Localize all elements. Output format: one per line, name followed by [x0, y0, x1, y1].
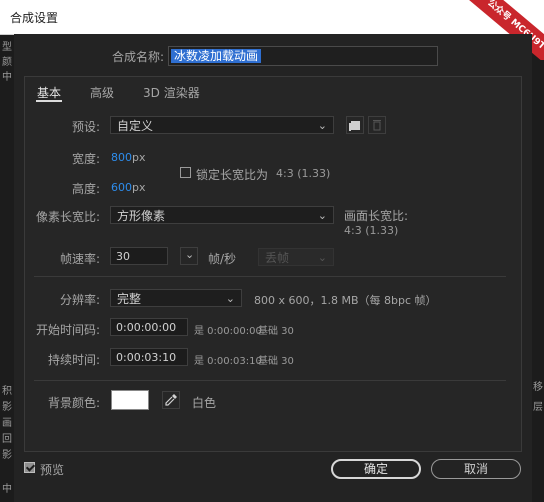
divider: [34, 380, 506, 381]
tab-3d-renderer[interactable]: 3D 渲染器: [143, 84, 200, 101]
chevron-down-icon: ⌄: [225, 292, 235, 305]
bg-text: 影: [2, 450, 12, 461]
preview-label: 预览: [40, 463, 65, 477]
frame-aspect-value: 4:3 (1.33): [344, 224, 399, 237]
title-bar[interactable]: [0, 0, 544, 35]
bg-text: 中: [2, 72, 12, 83]
bg-text: 积: [2, 386, 12, 397]
start-timecode-base: 基础 30: [258, 326, 294, 337]
pixel-aspect-value: 方形像素: [117, 209, 166, 223]
start-timecode-equivalent: 是 0:00:00:00: [194, 326, 262, 337]
delete-preset-button[interactable]: [368, 116, 386, 134]
composition-name-value: 冰数凌加载动画: [171, 49, 262, 63]
trash-icon: [373, 120, 381, 131]
preset-dropdown[interactable]: 自定义 ⌄: [110, 116, 334, 134]
bg-text: 回: [2, 434, 12, 445]
frame-rate-unit: 帧/秒: [208, 252, 237, 266]
tab-basic[interactable]: 基本: [37, 84, 61, 101]
save-preset-button[interactable]: [346, 116, 364, 134]
lock-aspect-label: 锁定长宽比为: [196, 168, 269, 182]
preset-label: 预设:: [71, 120, 100, 134]
save-preset-icon: [349, 121, 360, 131]
bg-text: 中: [2, 484, 12, 495]
frame-rate-label: 帧速率:: [59, 252, 100, 266]
preset-value: 自定义: [117, 119, 154, 133]
width-unit: px: [132, 151, 146, 164]
composition-name-label: 合成名称:: [111, 50, 164, 64]
resolution-value: 完整: [117, 292, 142, 306]
height-value[interactable]: 600: [111, 181, 132, 194]
pixel-aspect-label: 像素长宽比:: [35, 210, 100, 224]
chevron-down-icon: ⌄: [185, 248, 195, 261]
window-title: 合成设置: [10, 11, 59, 25]
bg-text: 颜: [2, 57, 12, 68]
chevron-down-icon: ⌄: [317, 209, 327, 222]
bg-color-name: 白色: [192, 396, 217, 410]
resolution-info: 800 x 600，1.8 MB（每 8bpc 帧）: [254, 294, 437, 307]
drop-frame-dropdown[interactable]: 丢帧 ⌄: [258, 248, 334, 266]
background-app-right: 移 层: [532, 0, 544, 502]
bg-text: 型: [2, 42, 12, 53]
lock-aspect-checkbox[interactable]: [180, 167, 191, 178]
width-label: 宽度:: [71, 152, 100, 166]
active-tab-underline: [36, 100, 62, 102]
ok-button[interactable]: 确定: [331, 459, 421, 479]
start-timecode-input[interactable]: 0:00:00:00: [110, 318, 188, 336]
bg-text: 层: [533, 402, 543, 413]
duration-label: 持续时间:: [47, 353, 100, 367]
resolution-dropdown[interactable]: 完整 ⌄: [110, 289, 242, 307]
bg-text: 画: [2, 418, 12, 429]
lock-aspect-ratio: 4:3 (1.33): [276, 167, 331, 180]
bg-text: 移: [533, 382, 543, 393]
eyedropper-button[interactable]: [162, 391, 180, 409]
frame-rate-menu-button[interactable]: ⌄: [180, 247, 198, 265]
preview-checkbox[interactable]: [24, 462, 35, 473]
duration-input[interactable]: 0:00:03:10: [110, 348, 188, 366]
tab-advanced[interactable]: 高级: [90, 84, 114, 101]
start-timecode-label: 开始时间码:: [35, 323, 100, 337]
bg-color-label: 背景颜色:: [47, 396, 100, 410]
drop-frame-value: 丢帧: [265, 251, 290, 265]
chevron-down-icon: ⌄: [317, 251, 327, 264]
bg-color-swatch[interactable]: [111, 390, 149, 410]
duration-equivalent: 是 0:00:03:10: [194, 356, 262, 367]
divider: [34, 276, 506, 277]
resolution-label: 分辨率:: [59, 293, 100, 307]
eyedropper-icon: [165, 394, 177, 406]
height-unit: px: [132, 181, 146, 194]
frame-aspect-label: 画面长宽比:: [344, 209, 409, 223]
cancel-button[interactable]: 取消: [431, 459, 521, 479]
bg-text: 影: [2, 402, 12, 413]
height-label: 高度:: [71, 182, 100, 196]
frame-rate-input[interactable]: 30: [110, 247, 168, 265]
composition-name-input[interactable]: 冰数凌加载动画: [168, 46, 438, 66]
duration-base: 基础 30: [258, 356, 294, 367]
background-app-left: 型 颜 中 积 影 画 回 影 中: [0, 0, 14, 502]
pixel-aspect-dropdown[interactable]: 方形像素 ⌄: [110, 206, 334, 224]
chevron-down-icon: ⌄: [317, 119, 327, 132]
width-value[interactable]: 800: [111, 151, 132, 164]
